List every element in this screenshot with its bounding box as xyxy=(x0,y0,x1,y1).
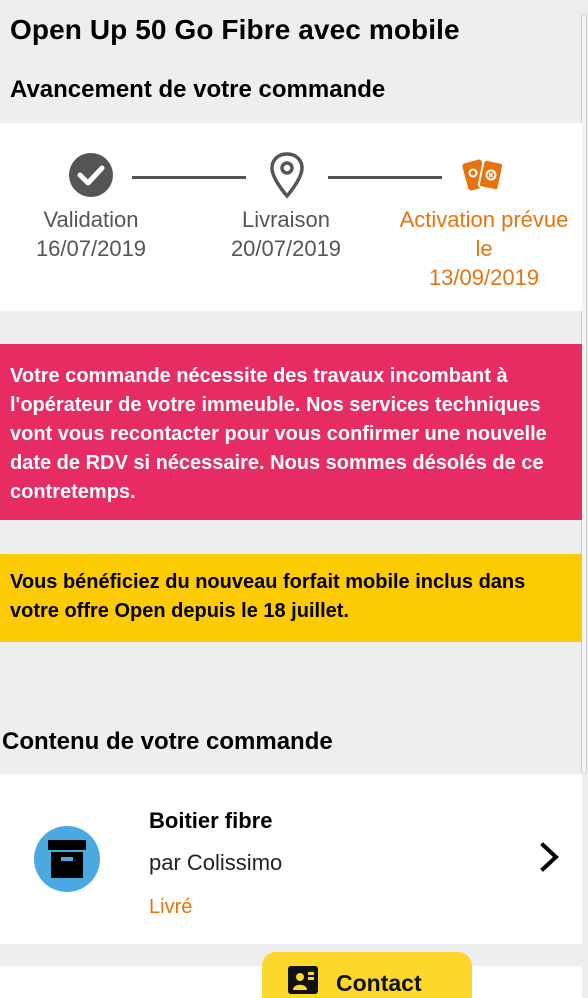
order-item-row[interactable]: Boitier fibre par Colissimo Livré xyxy=(0,774,582,944)
box-icon xyxy=(48,840,86,878)
step-activation-date: 13/09/2019 xyxy=(428,265,540,290)
progress-connector xyxy=(132,176,246,179)
progress-connector xyxy=(328,176,442,179)
works-alert-banner: Votre commande nécessite des travaux inc… xyxy=(0,344,582,520)
check-circle-icon xyxy=(69,153,113,197)
page-title: Open Up 50 Go Fibre avec mobile xyxy=(10,14,460,45)
step-livraison-label: Livraison 20/07/2019 xyxy=(186,205,386,263)
item-carrier: par Colissimo xyxy=(149,850,283,875)
item-name: Boitier fibre xyxy=(149,808,273,833)
step-activation-label: Activation prévue le 13/09/2019 xyxy=(384,205,584,292)
mobile-plan-banner: Vous bénéficiez du nouveau forfait mobil… xyxy=(0,554,582,642)
step-validation-date: 16/07/2019 xyxy=(35,236,147,261)
contact-button[interactable]: Contact xyxy=(262,952,472,998)
contact-label: Contact xyxy=(336,970,422,996)
progress-section-title: Avancement de votre commande xyxy=(10,76,386,103)
location-pin-icon xyxy=(270,152,304,199)
item-status: Livré xyxy=(149,896,193,918)
order-progress-card: Validation 16/07/2019 Livraison 20/07/20… xyxy=(0,123,582,311)
contact-person-icon xyxy=(288,966,318,994)
box-icon-badge xyxy=(34,826,100,892)
order-content-title: Contenu de votre commande xyxy=(2,728,333,755)
step-validation-label: Validation 16/07/2019 xyxy=(0,205,191,263)
step-livraison-date: 20/07/2019 xyxy=(230,236,342,261)
activation-cards-icon xyxy=(462,158,505,192)
chevron-right-icon[interactable] xyxy=(536,840,564,874)
